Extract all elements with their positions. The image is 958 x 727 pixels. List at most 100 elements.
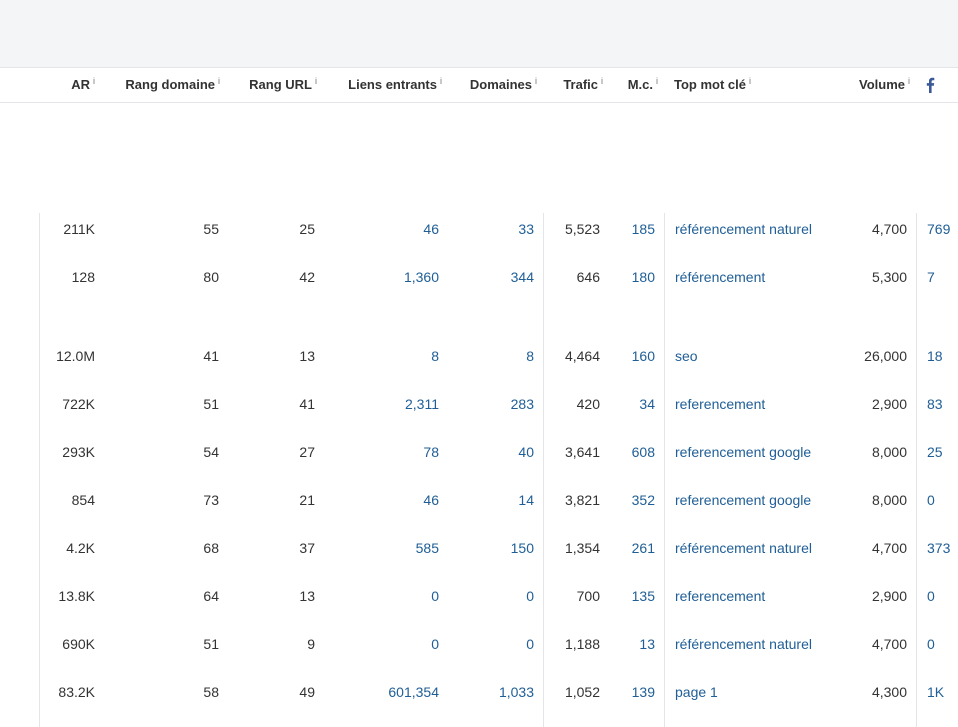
cell-rd: 51 <box>203 636 219 652</box>
cell-fb[interactable]: 18 <box>927 346 957 366</box>
cell-ru: 9 <box>307 636 315 652</box>
cell-rd: 73 <box>203 492 219 508</box>
cell-rd: 55 <box>203 221 219 237</box>
cell-ar: 211K <box>63 221 95 237</box>
cell-le[interactable]: 1,360 <box>339 267 439 287</box>
cell-vol: 4,700 <box>871 221 907 237</box>
cell-ar: 854 <box>71 492 95 508</box>
cell-kw[interactable]: référencement <box>675 267 835 287</box>
cell-mc[interactable]: 160 <box>605 346 655 366</box>
header-rang-url[interactable]: Rang URL i <box>225 68 317 102</box>
cell-rd: 41 <box>203 348 219 364</box>
cell-mc[interactable]: 352 <box>605 490 655 510</box>
info-icon[interactable]: i <box>656 76 658 86</box>
info-icon[interactable]: i <box>218 76 220 86</box>
cell-mc[interactable]: 185 <box>605 219 655 239</box>
info-icon[interactable]: i <box>440 76 442 86</box>
cell-ar: 4.2K <box>66 540 95 556</box>
cell-rd: 54 <box>203 444 219 460</box>
cell-dom[interactable]: 8 <box>454 346 534 366</box>
column-divider <box>916 213 917 727</box>
cell-ru: 42 <box>299 269 315 285</box>
cell-vol: 4,700 <box>871 636 907 652</box>
cell-mc[interactable]: 180 <box>605 267 655 287</box>
header-label: Rang URL <box>249 77 312 92</box>
header-trafic[interactable]: Trafic i <box>545 68 603 102</box>
cell-le[interactable]: 78 <box>339 442 439 462</box>
cell-dom[interactable]: 0 <box>454 634 534 654</box>
cell-fb[interactable]: 0 <box>927 586 957 606</box>
cell-fb[interactable]: 25 <box>927 442 957 462</box>
cell-tr: 3,821 <box>564 492 600 508</box>
cell-dom[interactable]: 283 <box>454 394 534 414</box>
cell-le[interactable]: 601,354 <box>339 682 439 702</box>
cell-ar: 722K <box>62 396 95 412</box>
cell-dom[interactable]: 150 <box>454 538 534 558</box>
cell-fb[interactable]: 0 <box>927 634 957 654</box>
header-rang-domaine[interactable]: Rang domaine i <box>100 68 220 102</box>
table-header: AR i Rang domaine i Rang URL i Liens entran… <box>0 68 958 103</box>
cell-kw[interactable]: référencement naturel <box>675 219 835 239</box>
header-label: AR <box>71 77 90 92</box>
info-icon[interactable]: i <box>601 76 603 86</box>
cell-ar: 12.0M <box>56 348 95 364</box>
cell-mc[interactable]: 261 <box>605 538 655 558</box>
header-ar[interactable]: AR i <box>20 68 95 102</box>
info-icon[interactable]: i <box>749 76 751 86</box>
cell-mc[interactable]: 608 <box>605 442 655 462</box>
cell-kw[interactable]: referencement <box>675 394 835 414</box>
cell-le[interactable]: 2,311 <box>339 394 439 414</box>
cell-kw[interactable]: seo <box>675 346 835 366</box>
cell-le[interactable]: 8 <box>339 346 439 366</box>
cell-ar: 13.8K <box>58 588 95 604</box>
header-domaines[interactable]: Domaines i <box>447 68 537 102</box>
cell-dom[interactable]: 344 <box>454 267 534 287</box>
cell-kw[interactable]: page 1 <box>675 682 835 702</box>
cell-tr: 1,052 <box>564 684 600 700</box>
info-icon[interactable]: i <box>315 76 317 86</box>
header-label: Liens entrants <box>348 77 437 92</box>
header-volume[interactable]: Volume i <box>840 68 910 102</box>
header-top-mot-cle[interactable]: Top mot clé i <box>674 68 834 102</box>
cell-vol: 2,900 <box>871 396 907 412</box>
cell-fb[interactable]: 0 <box>927 490 957 510</box>
cell-ru: 25 <box>299 221 315 237</box>
cell-mc[interactable]: 135 <box>605 586 655 606</box>
cell-fb[interactable]: 83 <box>927 394 957 414</box>
cell-dom[interactable]: 0 <box>454 586 534 606</box>
cell-kw[interactable]: référencement naturel <box>675 634 835 654</box>
cell-mc[interactable]: 139 <box>605 682 655 702</box>
cell-dom[interactable]: 1,033 <box>454 682 534 702</box>
cell-mc[interactable]: 13 <box>605 634 655 654</box>
cell-fb[interactable]: 769 <box>927 219 957 239</box>
cell-fb[interactable]: 373 <box>927 538 957 558</box>
info-icon[interactable]: i <box>908 76 910 86</box>
cell-kw[interactable]: referencement <box>675 586 835 606</box>
header-label: Rang domaine <box>125 77 215 92</box>
cell-dom[interactable]: 14 <box>454 490 534 510</box>
cell-mc[interactable]: 34 <box>605 394 655 414</box>
cell-kw[interactable]: referencement google <box>675 442 835 462</box>
cell-le[interactable]: 0 <box>339 634 439 654</box>
facebook-icon[interactable] <box>924 77 936 93</box>
header-mc[interactable]: M.c. i <box>608 68 658 102</box>
cell-le[interactable]: 585 <box>339 538 439 558</box>
header-label: M.c. <box>627 77 653 92</box>
cell-rd: 64 <box>203 588 219 604</box>
cell-dom[interactable]: 33 <box>454 219 534 239</box>
cell-le[interactable]: 46 <box>339 490 439 510</box>
cell-dom[interactable]: 40 <box>454 442 534 462</box>
header-liens-entrants[interactable]: Liens entrants i <box>322 68 442 102</box>
cell-tr: 646 <box>576 269 600 285</box>
info-icon[interactable]: i <box>535 76 537 86</box>
info-icon[interactable]: i <box>93 76 95 86</box>
cell-le[interactable]: 0 <box>339 586 439 606</box>
cell-ru: 49 <box>299 684 315 700</box>
cell-fb[interactable]: 1K <box>927 682 957 702</box>
cell-tr: 1,354 <box>564 540 600 556</box>
cell-kw[interactable]: référencement naturel <box>675 538 835 558</box>
cell-le[interactable]: 46 <box>339 219 439 239</box>
cell-fb[interactable]: 7 <box>927 267 957 287</box>
cell-kw[interactable]: referencement google <box>675 490 835 510</box>
cell-ar: 128 <box>71 269 95 285</box>
